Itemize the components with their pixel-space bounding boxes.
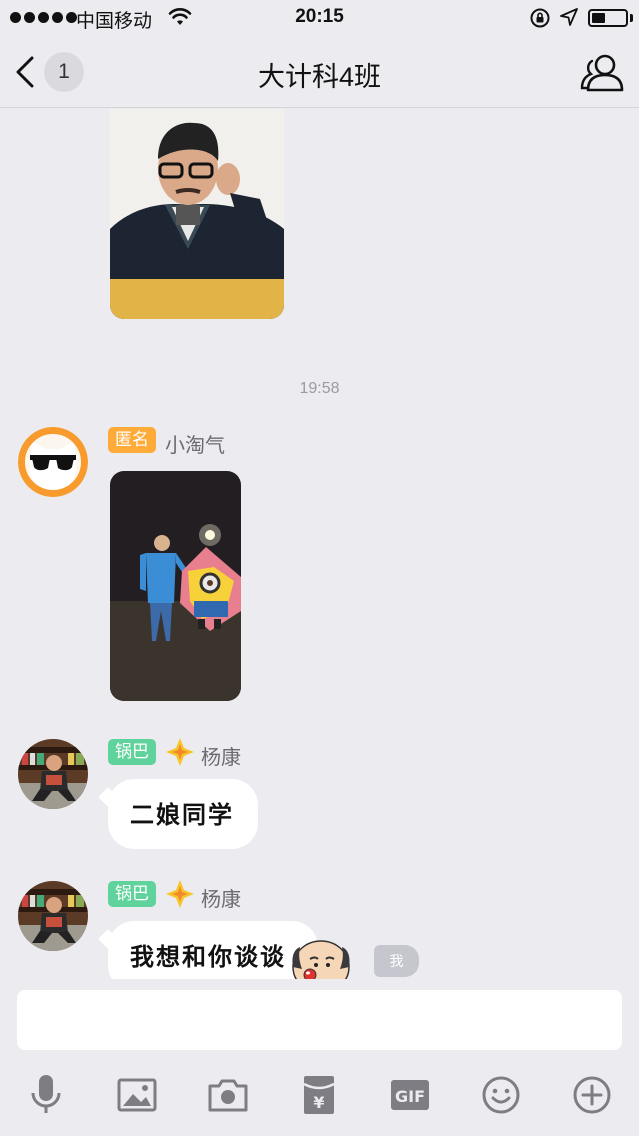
emoji-button[interactable] [477,1071,525,1119]
gif-icon: GIF [391,1080,429,1110]
photo-message[interactable] [110,471,241,701]
role-badge: 匿名 [108,427,156,453]
voice-button[interactable] [22,1071,70,1119]
message-input[interactable] [17,990,622,1050]
chat-area[interactable]: 19:58 匿名 小淘气 锅巴 杨康 二娘同学 锅巴 杨康 我想和你谈谈 我 [0,109,639,979]
sender-name[interactable]: 杨康 [201,883,241,912]
role-badge: 锅巴 [108,881,156,907]
input-area: ¥ GIF [0,979,639,1136]
camera-button[interactable] [204,1071,252,1119]
group-members-icon[interactable] [578,52,626,94]
image-picker-button[interactable] [113,1071,161,1119]
message-text: 我想和你谈谈 [130,942,286,971]
gif-label: GIF [395,1087,425,1106]
avatar[interactable] [18,739,88,809]
text-message-bubble[interactable]: 我想和你谈谈 [108,921,318,979]
red-packet-button[interactable]: ¥ [295,1071,343,1119]
location-arrow-icon [560,8,578,26]
cool-cat-avatar-icon [18,427,88,497]
battery-tip [630,14,633,22]
battery-icon [588,9,628,27]
status-bar: 中国移动 20:15 [0,0,639,36]
emoji-icon [482,1076,520,1114]
rotation-lock-icon [530,8,550,28]
message-text: 二娘同学 [130,800,234,829]
gif-button[interactable]: GIF [386,1071,434,1119]
microphone-icon [31,1075,61,1113]
camera-icon [208,1079,248,1112]
input-toolbar: ¥ GIF [0,1071,639,1119]
avatar[interactable] [18,427,88,497]
bald-clown-sticker [292,940,350,979]
role-badge: 锅巴 [108,739,156,765]
photo-message[interactable] [110,109,284,319]
nav-bar: 1 大计科4班 [0,36,639,108]
avatar[interactable] [18,881,88,951]
sender-name[interactable]: 小淘气 [165,429,225,458]
red-packet-symbol: ¥ [313,1093,324,1112]
text-message-bubble[interactable]: 二娘同学 [108,779,258,849]
avatar-photo-bookshelf [18,881,88,951]
message-timestamp: 19:58 [299,380,340,397]
more-button[interactable] [568,1071,616,1119]
sender-name[interactable]: 杨康 [201,741,241,770]
plus-icon [573,1076,611,1114]
battery-level-fill [592,13,605,23]
photo-portrait-man [110,109,284,319]
red-packet-icon: ¥ [303,1076,335,1114]
avatar-photo-bookshelf [18,739,88,809]
me-tag: 我 [374,945,419,977]
photo-night-kite [110,471,241,701]
page-title: 大计科4班 [257,62,382,92]
vip-star-icon [166,880,194,908]
vip-star-icon [166,738,194,766]
image-icon [117,1078,157,1112]
